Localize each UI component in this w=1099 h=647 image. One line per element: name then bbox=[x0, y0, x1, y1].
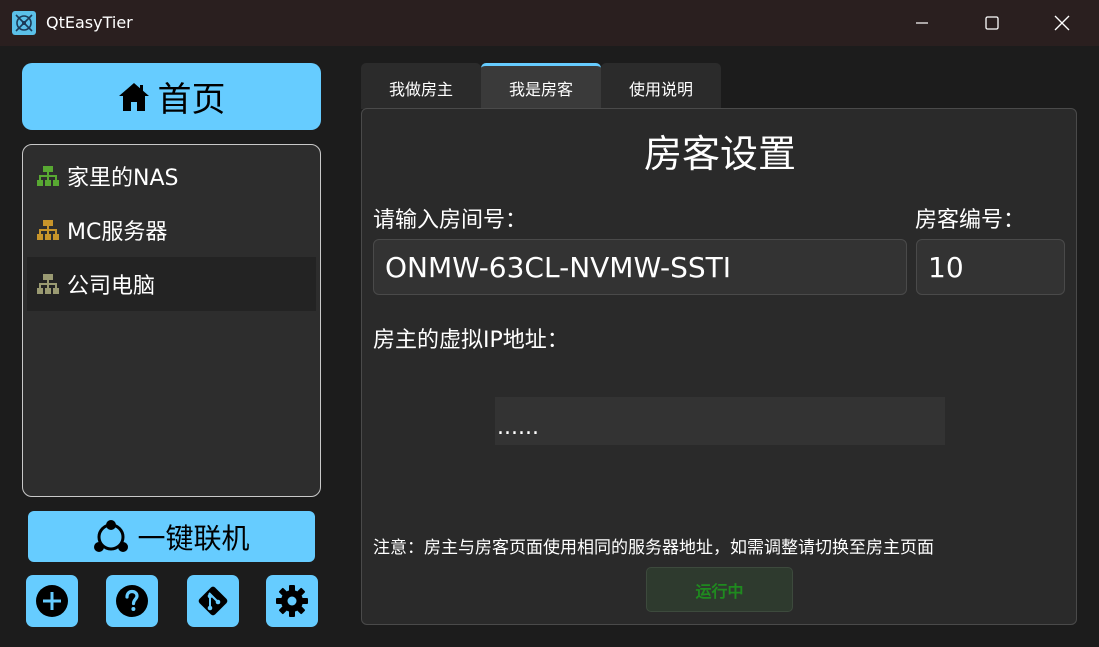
minimize-button[interactable] bbox=[887, 0, 957, 46]
device-label: 家里的NAS bbox=[67, 166, 179, 191]
guest-number-label: 房客编号： bbox=[915, 208, 1026, 233]
maximize-icon bbox=[985, 16, 999, 30]
window-title: QtEasyTier bbox=[46, 13, 133, 32]
home-label: 首页 bbox=[157, 80, 226, 120]
home-icon bbox=[118, 82, 149, 111]
host-ip-label: 房主的虚拟IP地址： bbox=[373, 328, 569, 353]
network-icon bbox=[37, 220, 59, 240]
tab-instructions[interactable]: 使用说明 bbox=[601, 63, 721, 109]
git-icon bbox=[198, 586, 228, 616]
device-list[interactable]: 家里的NAS MC服务器 公司电脑 bbox=[22, 144, 321, 497]
tab-bar: 我做房主 我是房客 使用说明 bbox=[361, 63, 721, 109]
note-text: 注意：房主与房客页面使用相同的服务器地址，如需调整请切换至房主页面 bbox=[373, 538, 934, 558]
git-button[interactable] bbox=[187, 575, 239, 627]
guest-settings-panel: 房客设置 请输入房间号： 房客编号： ONMW-63CL-NVMW-SSTI 1… bbox=[361, 108, 1077, 625]
add-icon bbox=[36, 585, 68, 617]
room-number-input[interactable]: ONMW-63CL-NVMW-SSTI bbox=[373, 239, 907, 295]
network-icon bbox=[37, 274, 59, 294]
gear-icon bbox=[276, 585, 308, 617]
tab-host[interactable]: 我做房主 bbox=[361, 63, 481, 109]
room-number-label: 请输入房间号： bbox=[373, 208, 528, 233]
device-item-nas[interactable]: 家里的NAS bbox=[27, 149, 316, 203]
page-title: 房客设置 bbox=[643, 132, 796, 176]
title-bar: QtEasyTier bbox=[0, 0, 1099, 46]
maximize-button[interactable] bbox=[957, 0, 1027, 46]
guest-number-input[interactable]: 10 bbox=[916, 239, 1065, 295]
tab-guest[interactable]: 我是房客 bbox=[481, 63, 601, 109]
help-icon bbox=[116, 585, 148, 617]
device-label: 公司电脑 bbox=[67, 274, 156, 299]
connect-label: 一键联机 bbox=[137, 521, 250, 555]
help-button[interactable] bbox=[106, 575, 158, 627]
connect-share-icon bbox=[94, 519, 129, 552]
home-button[interactable]: 首页 bbox=[22, 63, 321, 130]
running-status-button[interactable]: 运行中 bbox=[646, 567, 793, 612]
minimize-icon bbox=[916, 22, 928, 24]
add-button[interactable] bbox=[26, 575, 78, 627]
device-item-mc-server[interactable]: MC服务器 bbox=[27, 203, 316, 257]
device-item-office-pc[interactable]: 公司电脑 bbox=[27, 257, 316, 311]
app-logo-icon bbox=[12, 11, 36, 35]
network-icon bbox=[37, 166, 59, 186]
one-click-connect-button[interactable]: 一键联机 bbox=[28, 511, 315, 562]
host-ip-value: ...... bbox=[495, 397, 945, 445]
close-icon bbox=[1054, 15, 1070, 31]
settings-button[interactable] bbox=[266, 575, 318, 627]
close-button[interactable] bbox=[1027, 0, 1097, 46]
device-label: MC服务器 bbox=[67, 220, 168, 245]
